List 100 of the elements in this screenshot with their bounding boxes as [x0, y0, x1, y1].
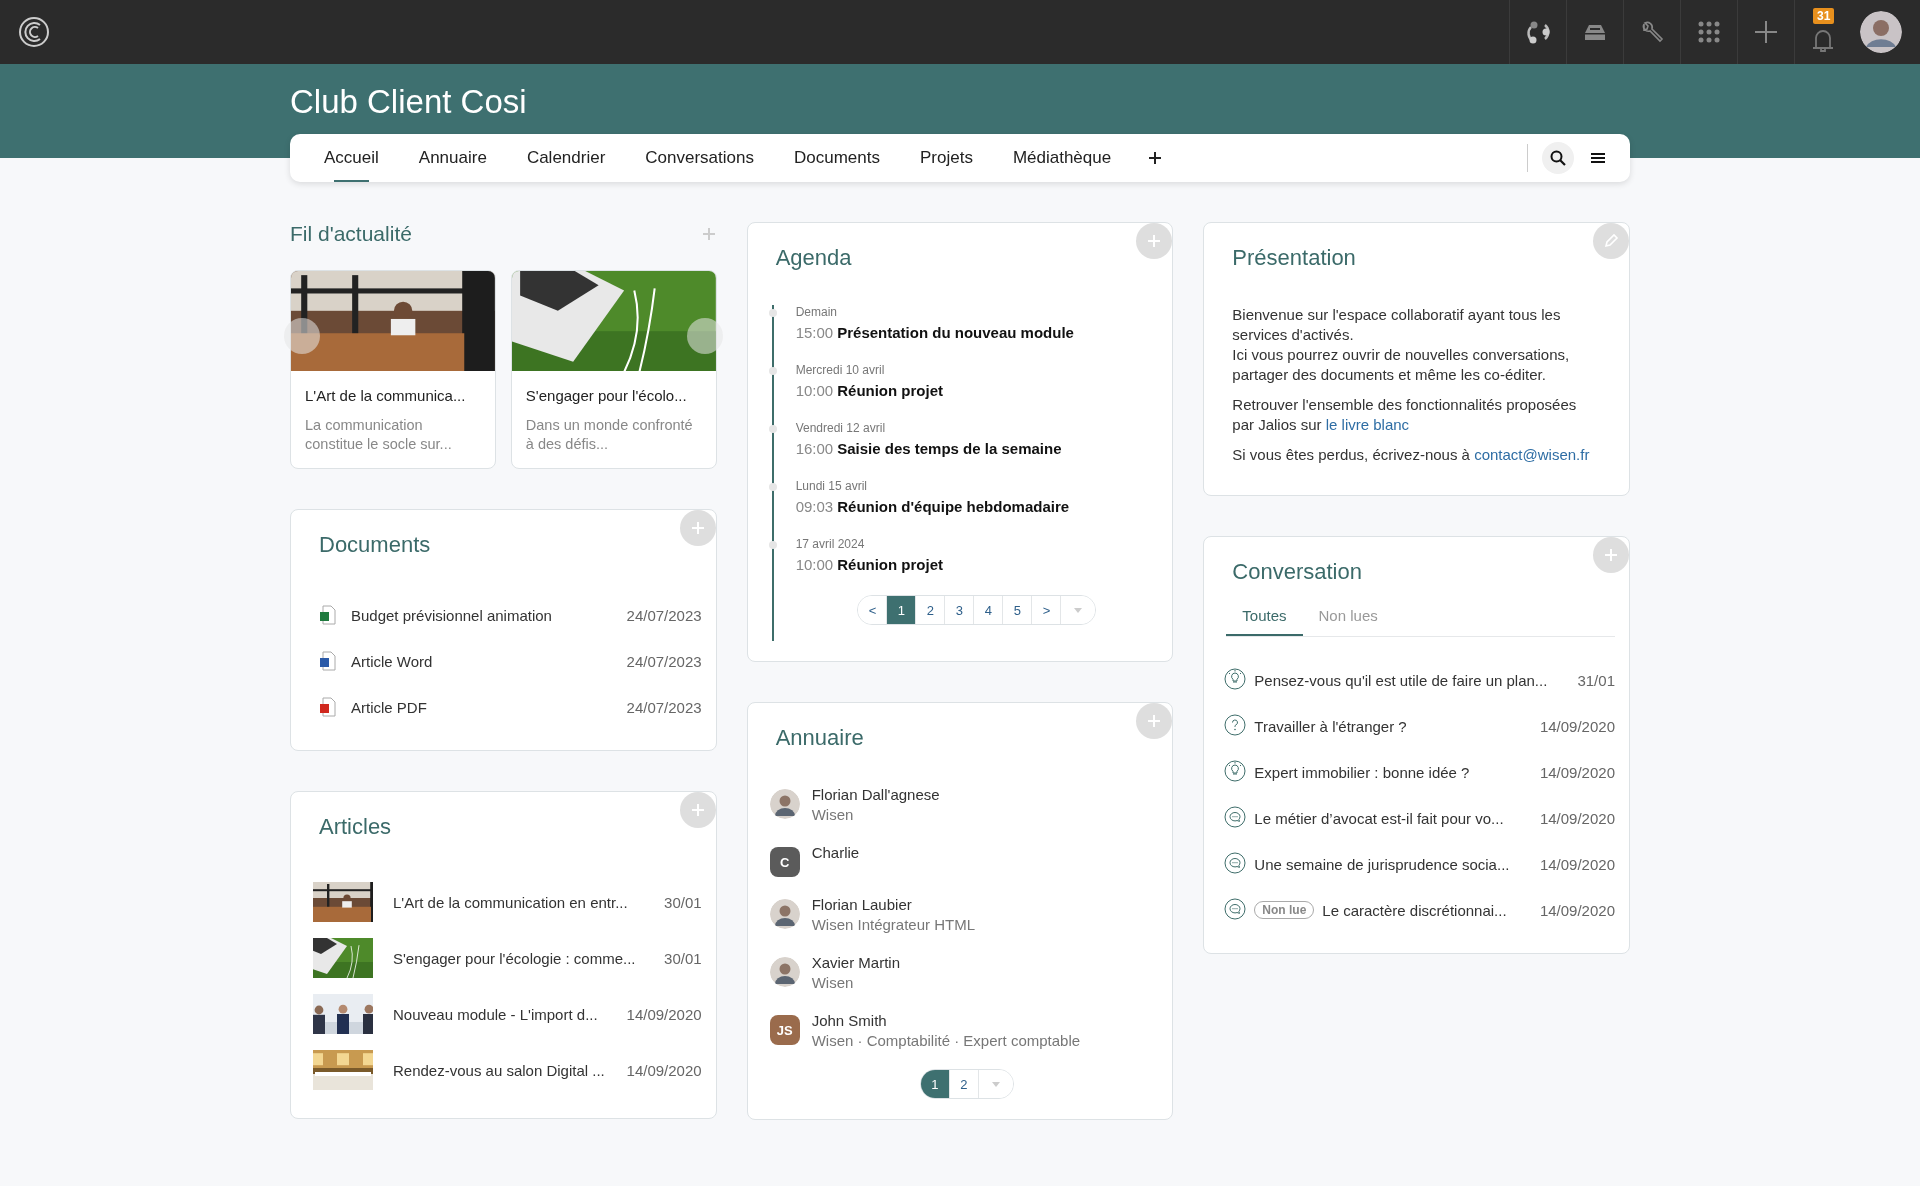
- presentation-text: Retrouver l'ensemble des fonctionnalités proposées par Jalios sur le livre blanc: [1232, 395, 1578, 435]
- event-date: Lundi 15 avril: [795, 479, 869, 493]
- event-title[interactable]: Saisie des temps de la semaine: [837, 440, 1062, 457]
- word-file-icon: [319, 651, 337, 671]
- event-title[interactable]: Réunion projet: [837, 556, 944, 573]
- person-detail: Wisen: [811, 973, 855, 993]
- presentation-text: Si vous êtes perdus, écrivez-nous à contact@wisen.fr: [1232, 445, 1591, 465]
- notification-badge: 31: [1813, 8, 1835, 24]
- event-time: 16:00: [795, 440, 834, 457]
- person-avatar: [769, 957, 800, 987]
- news-excerpt: La communication constitue le socle sur...: [305, 416, 453, 454]
- document-link[interactable]: Article PDF: [351, 698, 627, 716]
- nav-tab[interactable]: Conversations: [625, 134, 774, 182]
- conversation-link[interactable]: Pensez-vous qu'il est utile de faire un plan...: [1254, 671, 1578, 689]
- plus-icon: [1146, 713, 1163, 729]
- event-date: 17 avril 2024: [795, 537, 866, 551]
- article-link[interactable]: S'engager pour l'écologie : comme...: [393, 949, 665, 967]
- nav-tab[interactable]: Calendrier: [506, 134, 626, 182]
- timeline-dot: [768, 425, 777, 433]
- event-title[interactable]: Présentation du nouveau module: [837, 324, 1074, 341]
- conversation-tab[interactable]: Toutes: [1226, 607, 1303, 636]
- article-date: 14/09/2020: [626, 1005, 702, 1023]
- card-title: Documents: [319, 532, 432, 558]
- event-time: 09:03: [795, 498, 834, 515]
- card-title: Articles: [319, 814, 393, 840]
- event-date: Mercredi 10 avril: [795, 363, 886, 377]
- carousel-next-button[interactable]: [686, 318, 723, 354]
- nav-tab[interactable]: Documents: [774, 134, 900, 182]
- search-icon: [1550, 150, 1566, 166]
- conversation-date: 14/09/2020: [1539, 901, 1615, 919]
- plus-icon[interactable]: [1753, 19, 1779, 45]
- timeline-dot: [768, 367, 777, 375]
- document-date: 24/07/2023: [626, 606, 702, 624]
- event-title[interactable]: Réunion d'équipe hebdomadaire: [837, 498, 1070, 515]
- card-title: Agenda: [775, 245, 853, 271]
- initials-avatar: JS: [769, 1015, 800, 1045]
- card-title: Annuaire: [775, 725, 865, 751]
- lightbulb-icon: [1224, 668, 1249, 692]
- conversation-link[interactable]: Travailler à l'étranger ?: [1254, 717, 1540, 735]
- initials-avatar: C: [769, 847, 800, 877]
- nav-tab[interactable]: Accueil: [304, 134, 399, 182]
- person-detail: Wisen · Comptabilité · Expert comptable: [811, 1031, 1081, 1051]
- document-link[interactable]: Budget prévisionnel animation: [351, 606, 627, 624]
- card-title: Conversation: [1232, 559, 1363, 585]
- article-date: 14/09/2020: [626, 1061, 702, 1079]
- nav-tab[interactable]: Médiathèque: [992, 134, 1132, 182]
- person-name[interactable]: Florian Laubier: [811, 895, 976, 915]
- person-avatar: [769, 789, 800, 819]
- article-link[interactable]: L'Art de la communication en entr...: [393, 893, 665, 911]
- search-button[interactable]: [1542, 142, 1574, 174]
- event-date: Vendredi 12 avril: [795, 421, 887, 435]
- document-date: 24/07/2023: [626, 698, 702, 716]
- conversation-link[interactable]: Le métier d’avocat est-il fait pour vo...: [1254, 809, 1540, 827]
- logo-icon[interactable]: [18, 16, 50, 48]
- conversation-link[interactable]: Expert immobilier : bonne idée ?: [1254, 763, 1540, 781]
- conversation-link[interactable]: Le caractère discrétionnai...: [1322, 901, 1540, 919]
- excel-file-icon: [319, 605, 337, 625]
- article-date: 30/01: [664, 949, 702, 967]
- document-link[interactable]: Article Word: [351, 652, 627, 670]
- nav-tab[interactable]: Annuaire: [398, 134, 507, 182]
- conversation-date: 14/09/2020: [1539, 809, 1615, 827]
- carousel-previous-button[interactable]: [284, 318, 320, 354]
- news-title: S'engager pour l'écolo...: [525, 387, 688, 404]
- user-avatar[interactable]: [1860, 11, 1902, 53]
- pencil-icon: [1603, 233, 1619, 249]
- chat-bubble-icon: [1224, 852, 1249, 876]
- article-date: 30/01: [664, 893, 702, 911]
- text-link[interactable]: contact@wisen.fr: [1474, 446, 1590, 463]
- page-button[interactable]: 1: [887, 596, 917, 624]
- conversation-link[interactable]: Une semaine de jurisprudence socia...: [1254, 855, 1540, 873]
- network-icon[interactable]: [1525, 19, 1551, 45]
- text-link[interactable]: le livre blanc: [1325, 416, 1410, 433]
- person-detail: Wisen: [811, 805, 855, 825]
- card-title: Présentation: [1232, 245, 1357, 271]
- page-button[interactable]: <: [858, 596, 888, 624]
- person-name[interactable]: John Smith: [811, 1011, 1081, 1031]
- page-button[interactable]: 1: [921, 1070, 950, 1098]
- article-link[interactable]: Rendez-vous au salon Digital ...: [393, 1061, 627, 1079]
- event-title[interactable]: Réunion projet: [837, 382, 944, 399]
- news-card[interactable]: L'Art de la communica... La communication constitue le socle sur...: [290, 270, 496, 469]
- news-card[interactable]: S'engager pour l'écolo... Dans un monde confronté à des défis...: [510, 270, 717, 469]
- person-name[interactable]: Xavier Martin: [811, 953, 900, 973]
- section-title: Fil d'actualité: [290, 222, 412, 246]
- pdf-file-icon: [319, 697, 337, 717]
- conversation-date: 14/09/2020: [1539, 763, 1615, 781]
- article-link[interactable]: Nouveau module - L'import d...: [393, 1005, 627, 1023]
- apps-grid-icon[interactable]: [1696, 19, 1722, 45]
- lightbulb-icon: [1224, 760, 1249, 784]
- conversation-date: 31/01: [1577, 671, 1615, 689]
- menu-icon[interactable]: [1591, 152, 1605, 164]
- add-tab-icon[interactable]: [1147, 150, 1164, 166]
- nav-tab[interactable]: Projets: [899, 134, 993, 182]
- person-avatar: [769, 899, 800, 929]
- plus-icon: [689, 520, 706, 536]
- timeline-dot: [768, 483, 777, 491]
- timeline-dot: [768, 309, 777, 317]
- person-name[interactable]: Charlie: [811, 843, 860, 863]
- chat-bubble-icon: [1224, 806, 1249, 830]
- chat-bubble-icon: [1224, 898, 1249, 922]
- person-name[interactable]: Florian Dall'agnese: [811, 785, 940, 805]
